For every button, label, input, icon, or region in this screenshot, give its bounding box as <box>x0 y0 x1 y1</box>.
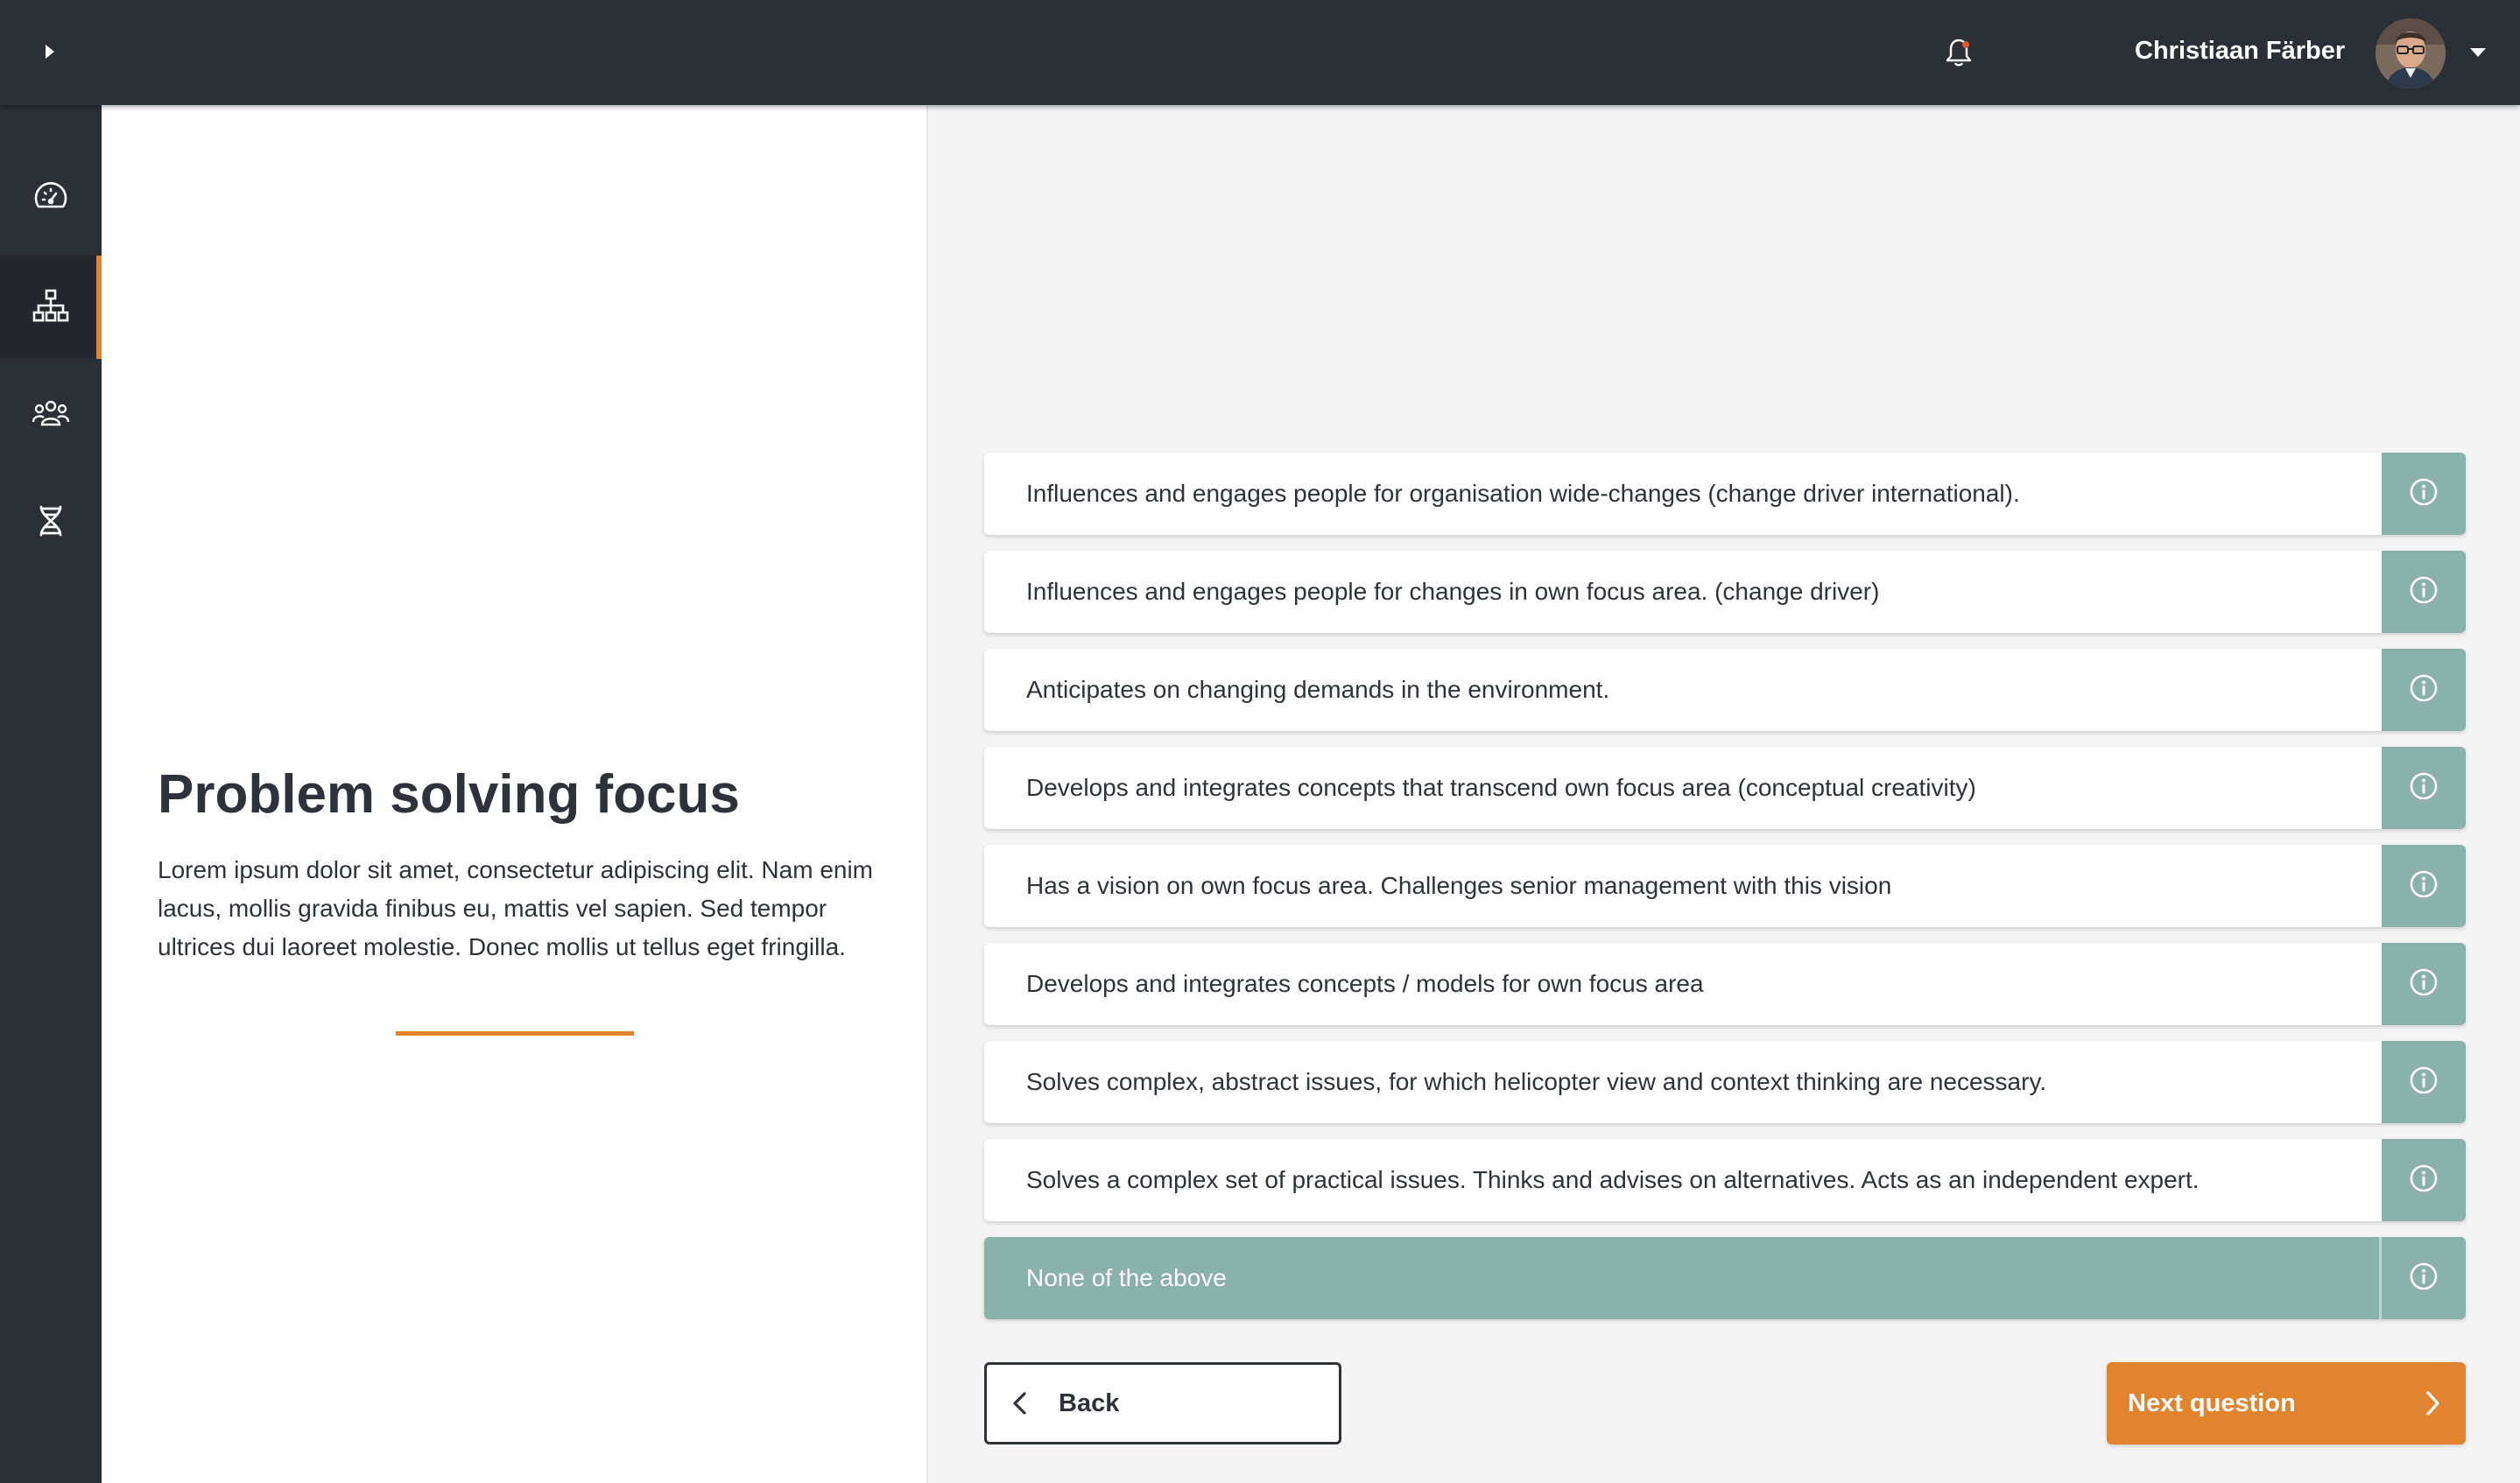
info-button[interactable] <box>2382 453 2466 535</box>
info-icon <box>2409 477 2439 511</box>
chevron-right-icon <box>43 43 57 65</box>
info-button[interactable] <box>2382 943 2466 1025</box>
back-button[interactable]: Back <box>984 1362 1341 1444</box>
chevron-right-icon <box>2424 1390 2441 1421</box>
answer-option-label: None of the above <box>1026 1264 1227 1291</box>
info-icon <box>2409 673 2439 707</box>
notifications-button[interactable] <box>1937 35 1981 74</box>
answer-option-label: Develops and integrates concepts that tr… <box>1026 774 1976 801</box>
sidebar-item-organisation[interactable] <box>0 256 102 359</box>
info-button[interactable] <box>2382 747 2466 829</box>
question-panel: Problem solving focus Lorem ipsum dolor … <box>102 105 928 1483</box>
info-icon <box>2409 967 2439 1002</box>
answer-option[interactable]: Solves a complex set of practical issues… <box>984 1139 2466 1221</box>
answer-option[interactable]: Develops and integrates concepts that tr… <box>984 747 2466 829</box>
info-button[interactable] <box>2382 551 2466 633</box>
question-description: Lorem ipsum dolor sit amet, consectetur … <box>158 856 874 960</box>
user-menu-dropdown[interactable] <box>2462 41 2494 67</box>
top-bar: Christiaan Färber <box>0 0 2520 105</box>
answer-option-label: Anticipates on changing demands in the e… <box>1026 676 1610 703</box>
answer-option-label: Develops and integrates concepts / model… <box>1026 970 1704 997</box>
chevron-left-icon <box>1011 1391 1029 1420</box>
dna-icon <box>37 505 65 541</box>
answer-option[interactable]: Has a vision on own focus area. Challeng… <box>984 845 2466 927</box>
sidebar-item-teams[interactable] <box>0 363 102 467</box>
avatar[interactable] <box>2376 18 2446 88</box>
answer-option-label: Influences and engages people for organi… <box>1026 480 2020 507</box>
answer-option[interactable]: Anticipates on changing demands in the e… <box>984 649 2466 731</box>
answer-option[interactable]: Solves complex, abstract issues, for whi… <box>984 1041 2466 1123</box>
answer-option-selected[interactable]: None of the above <box>984 1237 2466 1319</box>
info-icon <box>2409 1163 2439 1198</box>
page-title: Problem solving focus <box>158 764 740 825</box>
info-button[interactable] <box>2382 845 2466 927</box>
answer-option[interactable]: Influences and engages people for change… <box>984 551 2466 633</box>
next-button-label: Next question <box>2128 1389 2296 1417</box>
answer-option[interactable]: Influences and engages people for organi… <box>984 453 2466 535</box>
user-name[interactable]: Christiaan Färber <box>2135 37 2345 66</box>
answer-option-label: Influences and engages people for change… <box>1026 578 1880 605</box>
answer-option-label: Solves complex, abstract issues, for whi… <box>1026 1068 2047 1095</box>
info-icon <box>2409 869 2439 903</box>
answer-option-label: Solves a complex set of practical issues… <box>1026 1166 2200 1193</box>
notification-badge <box>1962 41 1969 48</box>
dashboard-gauge-icon <box>33 181 68 215</box>
org-chart-icon <box>32 289 69 327</box>
people-group-icon <box>32 398 70 432</box>
accent-divider <box>396 1031 634 1036</box>
back-button-label: Back <box>1059 1389 1120 1417</box>
sidebar-item-dashboard[interactable] <box>0 146 102 250</box>
info-icon <box>2409 771 2439 805</box>
sidebar-toggle-button[interactable] <box>26 32 74 75</box>
info-button[interactable] <box>2382 1139 2466 1221</box>
info-button[interactable] <box>2379 1237 2466 1319</box>
info-icon <box>2409 1262 2439 1296</box>
answer-option[interactable]: Develops and integrates concepts / model… <box>984 943 2466 1025</box>
info-icon <box>2409 1065 2439 1100</box>
info-button[interactable] <box>2382 649 2466 731</box>
sidebar-item-dna[interactable] <box>0 471 102 574</box>
answer-option-label: Has a vision on own focus area. Challeng… <box>1026 872 1892 899</box>
info-button[interactable] <box>2382 1041 2466 1123</box>
caret-down-icon <box>2469 46 2487 62</box>
sidebar-nav <box>0 105 102 1483</box>
next-question-button[interactable]: Next question <box>2107 1362 2466 1444</box>
info-icon <box>2409 575 2439 609</box>
